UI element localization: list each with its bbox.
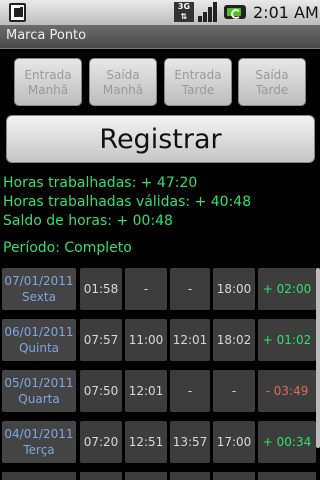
saida-tarde-cell: 18:02 [213, 319, 255, 361]
row-date: 05/01/2011 [4, 376, 74, 390]
balance-cell: + 00:34 [258, 421, 316, 463]
row-date: 06/01/2011 [4, 325, 74, 339]
entrada-tarde-cell: - [170, 370, 210, 412]
row-weekday: Terça [23, 443, 55, 457]
table-row[interactable]: 07/01/2011 Sexta 01:58 - - 18:00 + 02:00 [0, 268, 316, 312]
date-cell: 07/01/2011 Sexta [2, 268, 76, 310]
network-3g-icon: 3G ⇅ [174, 2, 194, 22]
saida-manha-cell: 12:51 [125, 421, 167, 463]
button-label-line2: Tarde [255, 83, 289, 97]
entrada-tarde-cell: - [170, 268, 210, 310]
battery-icon [224, 5, 246, 19]
horas-validas-text: Horas trabalhadas válidas: + 40:48 [3, 194, 252, 210]
saida-tarde-button[interactable]: Saída Tarde [238, 58, 306, 106]
app-title: Marca Ponto [6, 28, 87, 43]
button-label-line1: Saída [106, 68, 140, 82]
status-time: 2:01 AM [253, 3, 319, 22]
row-weekday: Quinta [18, 341, 60, 355]
saida-manha-cell: 11:00 [125, 319, 167, 361]
button-label-line2: Manhã [27, 83, 69, 97]
saldo-horas-text: Saldo de horas: + 00:48 [3, 213, 173, 229]
button-label-line2: Manhã [102, 83, 144, 97]
entrada-manha-cell: 07:50 [80, 370, 122, 412]
button-label-line1: Entrada [24, 68, 72, 82]
saida-manha-cell: 12:01 [125, 370, 167, 412]
status-bar: 3G ⇅ 2:01 AM [0, 0, 320, 25]
registrar-button[interactable]: Registrar [6, 115, 315, 163]
button-label-line1: Saída [255, 68, 289, 82]
notification-icon [9, 3, 26, 22]
entrada-tarde-cell: 12:01 [170, 319, 210, 361]
entrada-tarde-cell: 13:57 [170, 421, 210, 463]
balance-cell: + 01:02 [258, 319, 316, 361]
app-title-bar: Marca Ponto [0, 25, 320, 49]
entrada-manha-button[interactable]: Entrada Manhã [14, 58, 82, 106]
entrada-manha-cell: 07:57 [80, 319, 122, 361]
saida-tarde-cell: 18:00 [213, 268, 255, 310]
list-scrollbar[interactable] [316, 268, 320, 448]
row-date: 04/01/2011 [4, 427, 74, 441]
periodo-text: Período: Completo [3, 240, 132, 256]
button-label-line1: Entrada [174, 68, 222, 82]
entrada-manha-cell: 07:20 [80, 421, 122, 463]
row-weekday: Quarta [18, 392, 60, 406]
table-row[interactable]: 06/01/2011 Quinta 07:57 11:00 12:01 18:0… [0, 319, 316, 363]
horas-trabalhadas-text: Horas trabalhadas: + 47:20 [3, 175, 198, 191]
row-weekday: Sexta [22, 290, 56, 304]
table-row-partial [0, 472, 316, 480]
saida-tarde-cell: - [213, 370, 255, 412]
balance-cell: - 03:49 [258, 370, 316, 412]
saida-manha-cell: - [125, 268, 167, 310]
button-label-line2: Tarde [181, 83, 215, 97]
table-row[interactable]: 04/01/2011 Terça 07:20 12:51 13:57 17:00… [0, 421, 316, 465]
saida-tarde-cell: 17:00 [213, 421, 255, 463]
date-cell: 05/01/2011 Quarta [2, 370, 76, 412]
entrada-tarde-button[interactable]: Entrada Tarde [164, 58, 232, 106]
signal-strength-icon [198, 2, 220, 22]
date-cell: 06/01/2011 Quinta [2, 319, 76, 361]
saida-manha-button[interactable]: Saída Manhã [89, 58, 157, 106]
entrada-manha-cell: 01:58 [80, 268, 122, 310]
table-row[interactable]: 05/01/2011 Quarta 07:50 12:01 - - - 03:4… [0, 370, 316, 414]
row-date: 07/01/2011 [4, 274, 74, 288]
date-cell: 04/01/2011 Terça [2, 421, 76, 463]
balance-cell: + 02:00 [258, 268, 316, 310]
network-type-label: 3G [177, 2, 191, 11]
